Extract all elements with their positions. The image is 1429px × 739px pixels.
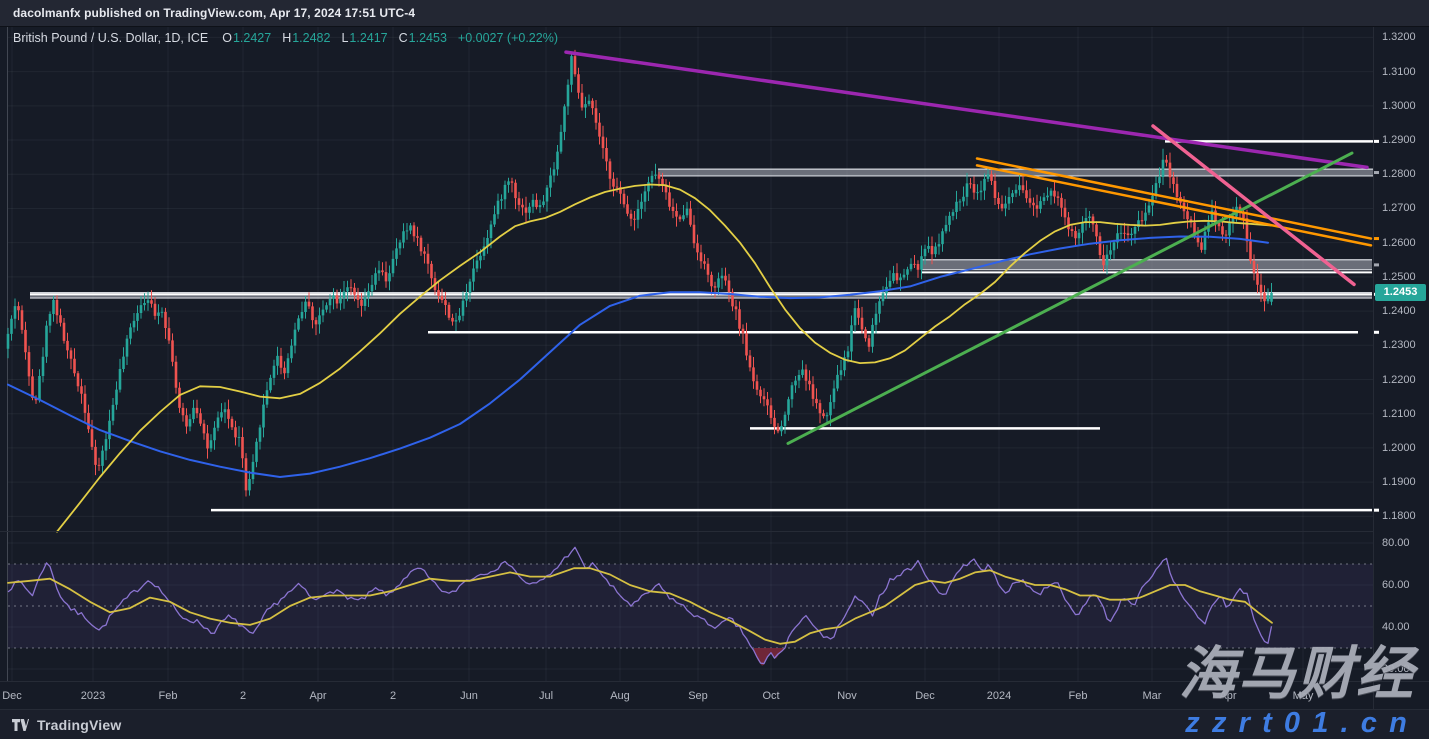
price-axis-label: 1.2500 xyxy=(1382,270,1416,284)
symbol-legend: British Pound / U.S. Dollar, 1D, ICEO1.2… xyxy=(13,31,558,45)
high-label: H xyxy=(282,31,291,45)
tradingview-logo-icon[interactable] xyxy=(12,718,29,732)
price-axis-label: 1.2700 xyxy=(1382,201,1416,215)
price-axis-label: 1.2100 xyxy=(1382,407,1416,421)
publish-bar: dacolmanfx published on TradingView.com,… xyxy=(0,0,1429,27)
low-value: 1.2417 xyxy=(349,31,387,45)
price-axis-label: 1.2300 xyxy=(1382,338,1416,352)
price-axis-label: 1.3100 xyxy=(1382,65,1416,79)
price-axis-label: 1.2400 xyxy=(1382,304,1416,318)
close-label: C xyxy=(399,31,408,45)
symbol-title[interactable]: British Pound / U.S. Dollar, 1D, ICE xyxy=(13,31,208,45)
chart-canvas[interactable] xyxy=(0,0,1429,739)
price-axis-label: 1.2600 xyxy=(1382,236,1416,250)
open-value: 1.2427 xyxy=(233,31,271,45)
open-label: O xyxy=(222,31,232,45)
change-value: +0.0027 (+0.22%) xyxy=(458,31,558,45)
price-axis-label: 1.3000 xyxy=(1382,99,1416,113)
price-axis-label: 1.2000 xyxy=(1382,441,1416,455)
rsi-axis-label: 80.00 xyxy=(1382,536,1410,550)
watermark-url: zzrt01.cn xyxy=(1185,709,1419,738)
time-axis-label: Jul xyxy=(539,689,553,703)
close-value: 1.2453 xyxy=(409,31,447,45)
time-axis-label: 2 xyxy=(390,689,396,703)
publish-text: dacolmanfx published on TradingView.com,… xyxy=(13,6,415,20)
time-axis-label: Dec xyxy=(2,689,22,703)
time-axis-label: Apr xyxy=(309,689,326,703)
time-axis-label: 2 xyxy=(240,689,246,703)
rsi-axis-label: 40.00 xyxy=(1382,620,1410,634)
last-price-badge: 1.2453 xyxy=(1375,284,1426,301)
time-axis-label: 2024 xyxy=(987,689,1011,703)
price-axis-label: 1.1900 xyxy=(1382,475,1416,489)
time-axis-label: Feb xyxy=(159,689,178,703)
time-axis-label: Feb xyxy=(1069,689,1088,703)
low-label: L xyxy=(341,31,348,45)
price-axis-label: 1.1800 xyxy=(1382,509,1416,523)
time-axis-label: Mar xyxy=(1143,689,1162,703)
price-axis-label: 1.3200 xyxy=(1382,30,1416,44)
tradingview-published-chart: dacolmanfx published on TradingView.com,… xyxy=(0,0,1429,739)
time-axis-label: Nov xyxy=(837,689,857,703)
time-axis-label: Jun xyxy=(460,689,478,703)
tradingview-brand[interactable]: TradingView xyxy=(37,717,121,733)
price-axis-label: 1.2900 xyxy=(1382,133,1416,147)
time-axis-label: Sep xyxy=(688,689,708,703)
time-axis-label: Aug xyxy=(610,689,630,703)
time-axis-label: Dec xyxy=(915,689,935,703)
price-axis-label: 1.2800 xyxy=(1382,167,1416,181)
high-value: 1.2482 xyxy=(292,31,330,45)
time-axis-label: Oct xyxy=(762,689,779,703)
rsi-axis-label: 60.00 xyxy=(1382,578,1410,592)
time-axis-label: 2023 xyxy=(81,689,105,703)
price-axis-label: 1.2200 xyxy=(1382,373,1416,387)
watermark-cjk: 海马财经 xyxy=(1179,646,1415,703)
